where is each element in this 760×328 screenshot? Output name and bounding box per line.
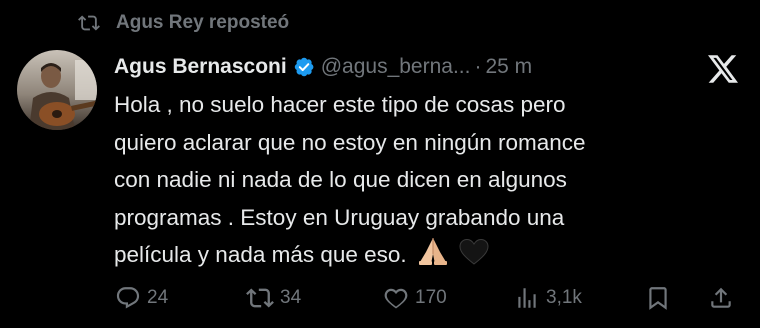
tweet-line-text: película y nada más que eso. (114, 242, 407, 267)
timestamp[interactable]: 25 m (485, 55, 532, 79)
author-handle[interactable]: @agus_berna... (321, 55, 471, 79)
heart-icon (384, 288, 408, 309)
repost-header: Agus Rey reposteó (78, 10, 289, 36)
tweet-line: Hola , no suelo hacer este tipo de cosas… (114, 92, 566, 117)
views-icon (518, 288, 536, 308)
bookmark-button[interactable] (645, 280, 671, 316)
tweet-line: quiero aclarar que no estoy en ningún ro… (114, 129, 586, 155)
repost-text[interactable]: Agus Rey reposteó (116, 12, 289, 34)
reply-count: 24 (147, 287, 169, 308)
repost-button[interactable]: 34 (246, 280, 301, 316)
views-count: 3,1k (546, 287, 582, 308)
bookmark-icon (649, 287, 667, 310)
share-icon (711, 287, 731, 308)
share-button[interactable] (708, 280, 734, 316)
like-count: 170 (415, 287, 447, 308)
tweet-header: Agus Bernasconi @agus_berna... · 25 m (114, 52, 532, 82)
display-name[interactable]: Agus Bernasconi (114, 55, 287, 79)
separator-dot: · (474, 55, 482, 78)
tweet-line: con nadie ni nada de lo que dicen en alg… (114, 167, 567, 192)
x-logo-icon (708, 55, 738, 83)
action-bar: 24 34 170 3,1k (0, 280, 760, 316)
repost-icon (78, 15, 100, 31)
avatar[interactable] (17, 50, 97, 130)
repost-count: 34 (280, 287, 302, 308)
repost-icon (246, 288, 274, 308)
like-button[interactable]: 170 (383, 280, 447, 316)
reply-icon (116, 287, 140, 309)
tweet-text: Hola , no suelo hacer este tipo de cosas… (114, 86, 714, 274)
tweet-line-last: película y nada más que eso. (114, 236, 714, 274)
praying-hands-emoji (417, 236, 449, 266)
black-heart-emoji (459, 238, 489, 266)
verified-badge-icon (294, 57, 314, 77)
views-button[interactable]: 3,1k (514, 280, 582, 316)
tweet-line: programas . Estoy en Uruguay grabando un… (114, 204, 565, 230)
reply-button[interactable]: 24 (115, 280, 168, 316)
